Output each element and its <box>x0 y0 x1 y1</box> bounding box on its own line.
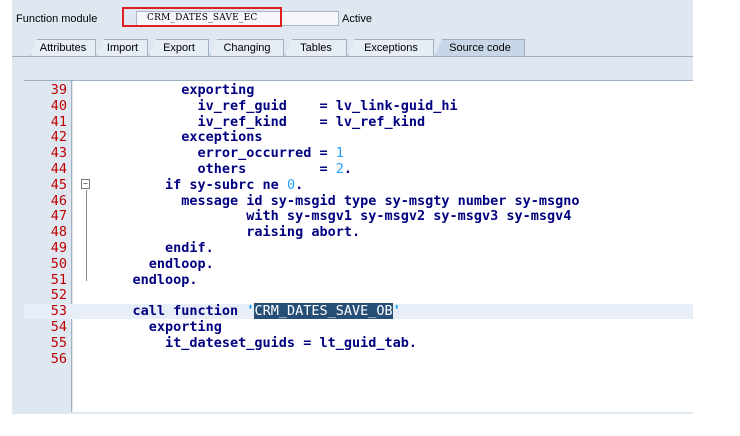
code-text: exceptions <box>100 129 263 146</box>
code-token: endloop. <box>100 255 214 272</box>
editor-border <box>24 80 693 81</box>
collapse-box-icon[interactable]: − <box>81 178 90 189</box>
line-number: 47 <box>50 208 67 225</box>
code-token: iv_ref_guid = lv_link-guid_hi <box>100 97 458 114</box>
code-token: error_occurred = <box>100 145 336 162</box>
tab-label: Exceptions <box>364 42 418 54</box>
tab-label: Tables <box>300 42 332 54</box>
code-text: raising abort. <box>100 225 360 240</box>
code-token: exporting <box>100 319 222 335</box>
selected-text: CRM_DATES_SAVE_OB <box>254 303 393 320</box>
code-line[interactable]: 42 exceptions <box>24 130 693 145</box>
code-token: call function <box>100 303 247 320</box>
tab-label: Changing <box>223 42 271 54</box>
code-token: . <box>343 161 352 177</box>
code-token: exceptions <box>100 129 263 146</box>
code-line[interactable]: 51 endloop. <box>24 271 693 288</box>
code-token: . <box>295 176 304 193</box>
code-text: iv_ref_kind = lv_ref_kind <box>100 113 426 130</box>
code-token: if sy-subrc ne <box>100 176 287 193</box>
tab-label: Source code <box>449 42 511 54</box>
code-line[interactable]: 55 it_dateset_guids = lt_guid_tab. <box>24 334 693 351</box>
code-text: others = 2. <box>100 162 352 177</box>
code-line[interactable]: 54 exporting <box>24 320 693 335</box>
tab-label: Import <box>106 42 139 54</box>
line-number: 51 <box>50 271 67 288</box>
code-line[interactable]: 56 <box>24 350 693 367</box>
tab-source-code[interactable]: Source code <box>435 39 525 56</box>
code-text: it_dateset_guids = lt_guid_tab. <box>100 334 417 351</box>
function-module-label: Function module <box>16 13 98 25</box>
code-line[interactable]: 52 <box>24 288 693 303</box>
tab-attributes[interactable]: Attributes <box>30 39 96 56</box>
code-text: error_occurred = 1 <box>100 146 344 161</box>
block-guide-line <box>86 189 87 281</box>
code-text: exporting <box>100 83 254 98</box>
tab-export[interactable]: Export <box>149 39 209 56</box>
code-line[interactable]: 50 endloop. <box>24 255 693 272</box>
code-line[interactable]: 41 iv_ref_kind = lv_ref_kind <box>24 113 693 130</box>
line-number: 55 <box>50 334 67 351</box>
code-token: others = <box>100 161 336 177</box>
line-number: 40 <box>50 97 67 114</box>
code-token: 2 <box>335 161 344 177</box>
code-line[interactable]: 44 others = 2. <box>24 162 693 177</box>
code-line[interactable]: 49 endif. <box>24 241 693 256</box>
code-text: call function 'CRM_DATES_SAVE_OB' <box>100 303 401 320</box>
line-number: 46 <box>50 192 67 209</box>
tab-import[interactable]: Import <box>97 39 148 56</box>
code-line[interactable]: 47 with sy-msgv1 sy-msgv2 sy-msgv3 sy-ms… <box>24 209 693 224</box>
tab-label: Attributes <box>39 42 87 54</box>
code-token: 0 <box>286 176 296 193</box>
code-line[interactable]: 40 iv_ref_guid = lv_link-guid_hi <box>24 97 693 114</box>
code-line[interactable]: 39 exporting <box>24 83 693 98</box>
code-token: ' <box>392 303 401 320</box>
code-text: endif. <box>100 241 214 256</box>
line-number: 49 <box>50 240 67 256</box>
code-token: exporting <box>100 82 255 98</box>
code-token: message id sy-msgid type sy-msgty number… <box>100 192 580 209</box>
code-token: raising abort. <box>100 224 361 241</box>
code-token: endloop. <box>100 271 198 288</box>
status-text: Active <box>342 13 372 25</box>
code-text: iv_ref_guid = lv_link-guid_hi <box>100 97 458 114</box>
line-number: 44 <box>50 161 67 177</box>
code-text: if sy-subrc ne 0. <box>100 176 304 193</box>
code-text: endloop. <box>100 255 214 272</box>
code-text: exporting <box>100 320 222 335</box>
code-line[interactable]: 46 message id sy-msgid type sy-msgty num… <box>24 192 693 209</box>
red-highlight-box <box>122 7 282 27</box>
code-token: endif. <box>100 240 214 256</box>
code-line[interactable]: 43 error_occurred = 1 <box>24 146 693 161</box>
line-number: 54 <box>50 319 67 335</box>
line-number: 50 <box>50 255 67 272</box>
code-text: message id sy-msgid type sy-msgty number… <box>100 192 580 209</box>
line-number: 52 <box>50 287 67 304</box>
line-number: 45 <box>50 176 67 193</box>
code-line[interactable]: 53 call function 'CRM_DATES_SAVE_OB' <box>24 303 693 320</box>
line-number: 42 <box>50 129 67 146</box>
line-number: 41 <box>50 113 67 130</box>
line-number: 39 <box>50 82 67 98</box>
tab-tables[interactable]: Tables <box>285 39 347 56</box>
tab-divider <box>12 56 693 57</box>
code-token: it_dateset_guids = lt_guid_tab. <box>100 334 417 351</box>
tab-exceptions[interactable]: Exceptions <box>348 39 434 56</box>
line-number: 56 <box>50 350 67 367</box>
function-header: Function module CRM_DATES_SAVE_EC Active <box>12 7 693 30</box>
code-text: with sy-msgv1 sy-msgv2 sy-msgv3 sy-msgv4 <box>100 209 571 224</box>
line-number: 48 <box>50 224 67 241</box>
line-number: 53 <box>50 303 67 320</box>
code-line[interactable]: 45 if sy-subrc ne 0. − <box>24 176 693 193</box>
tab-label: Export <box>163 42 195 54</box>
code-token: with sy-msgv1 sy-msgv2 sy-msgv3 sy-msgv4 <box>100 208 572 225</box>
code-token: iv_ref_kind = lv_ref_kind <box>100 113 426 130</box>
tab-changing[interactable]: Changing <box>210 39 284 56</box>
source-code-editor[interactable]: 39 exporting 40 iv_ref_guid = lv_link-gui… <box>24 80 693 412</box>
code-line[interactable]: 48 raising abort. <box>24 225 693 240</box>
code-text: endloop. <box>100 271 198 288</box>
line-number: 43 <box>50 145 67 162</box>
code-token: 1 <box>335 145 344 162</box>
